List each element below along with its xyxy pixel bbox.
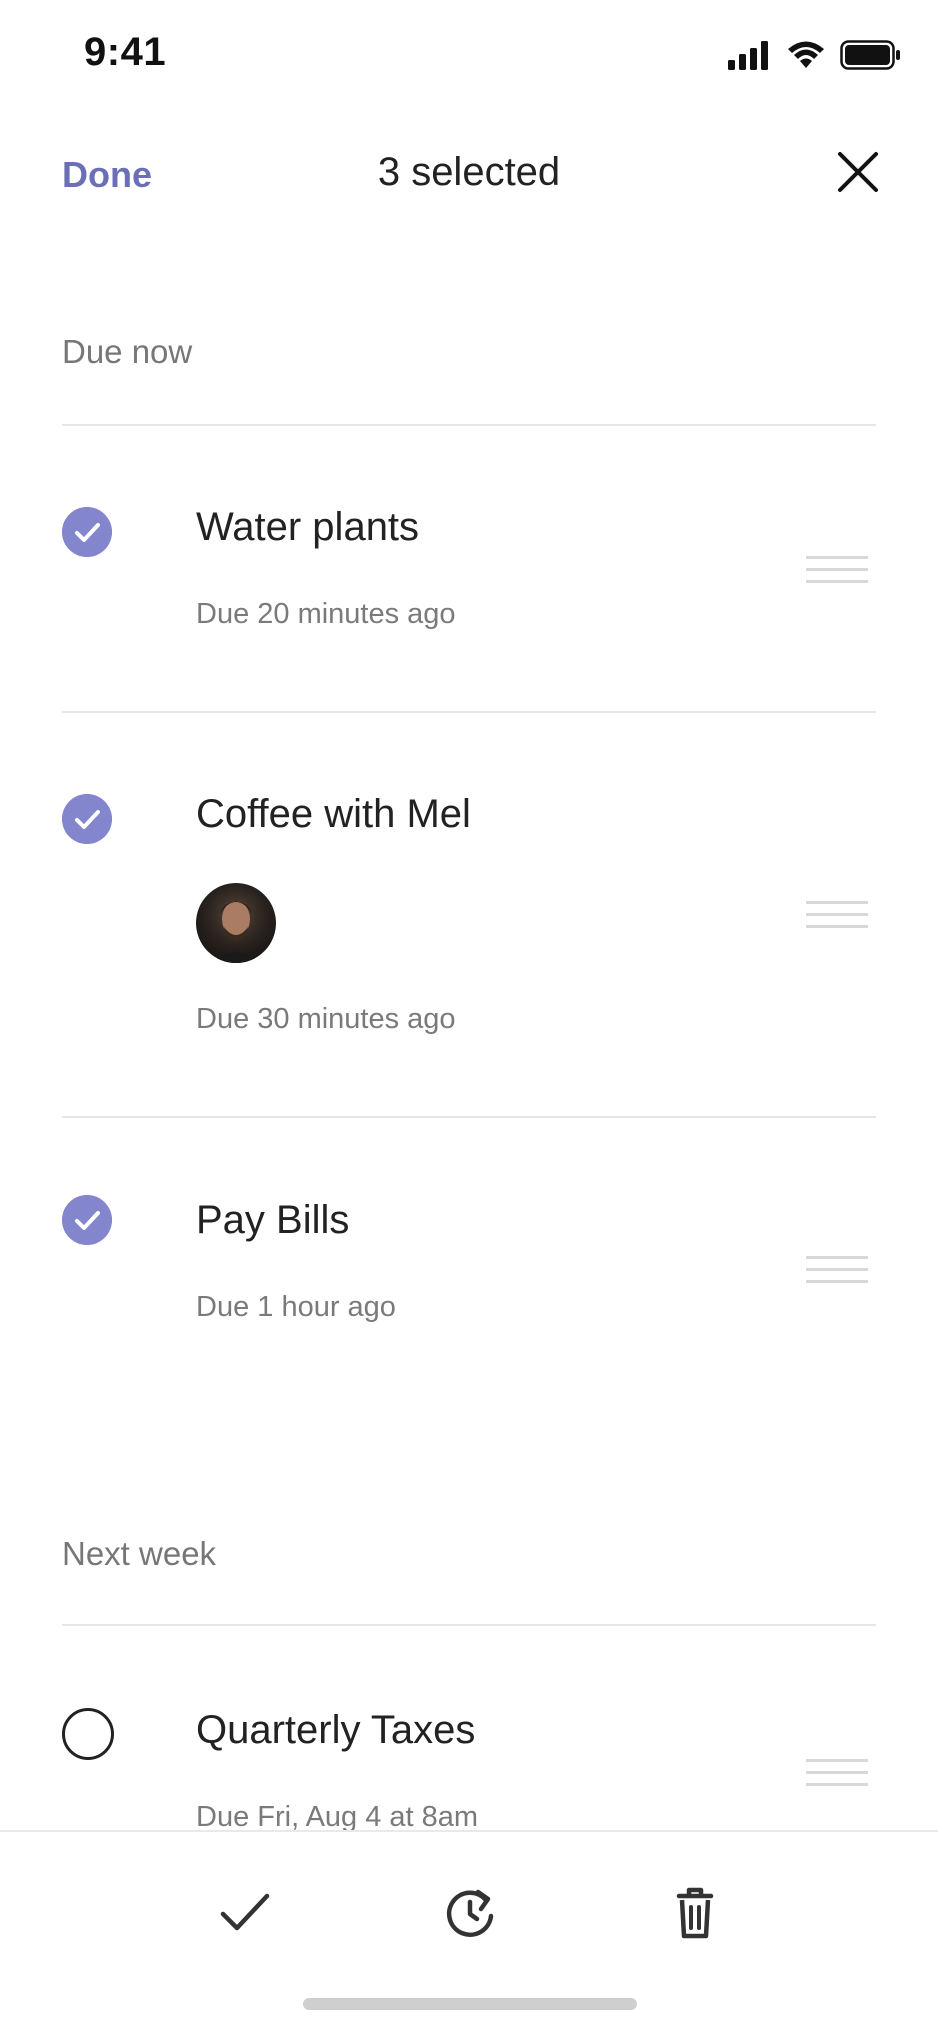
task-due: Due 1 hour ago	[196, 1291, 396, 1323]
task-title: Quarterly Taxes	[196, 1708, 476, 1752]
task-due: Due 30 minutes ago	[196, 1003, 456, 1035]
checked-circle-icon[interactable]	[62, 507, 112, 557]
task-title: Pay Bills	[196, 1198, 350, 1242]
checked-circle-icon[interactable]	[62, 1195, 112, 1245]
task-title: Water plants	[196, 505, 420, 549]
avatar	[196, 883, 276, 963]
drag-handle-icon[interactable]	[806, 901, 868, 937]
page-title: 3 selected	[377, 150, 561, 194]
trash-icon[interactable]	[665, 1882, 725, 1942]
battery-icon	[840, 40, 900, 70]
task-due: Due 20 minutes ago	[196, 598, 456, 630]
wifi-icon	[788, 41, 824, 68]
home-indicator[interactable]	[303, 1998, 637, 2010]
unchecked-circle-icon[interactable]	[62, 1708, 114, 1760]
checked-circle-icon[interactable]	[62, 794, 112, 844]
snooze-icon[interactable]	[440, 1882, 500, 1942]
status-time: 9:41	[84, 30, 167, 74]
task-item-water-plants[interactable]	[0, 426, 938, 712]
task-item-coffee-with-mel[interactable]	[0, 713, 938, 1117]
drag-handle-icon[interactable]	[806, 556, 868, 592]
task-item-pay-bills[interactable]	[0, 1118, 938, 1368]
cellular-signal-icon	[728, 41, 768, 70]
section-label-next-week: Next week	[62, 1535, 217, 1572]
drag-handle-icon[interactable]	[806, 1256, 868, 1292]
check-icon[interactable]	[215, 1882, 275, 1942]
status-icons	[728, 40, 902, 70]
close-icon[interactable]	[836, 150, 880, 194]
task-title: Coffee with Mel	[196, 792, 471, 836]
section-label-due-now: Due now	[62, 333, 193, 370]
drag-handle-icon[interactable]	[806, 1759, 868, 1795]
